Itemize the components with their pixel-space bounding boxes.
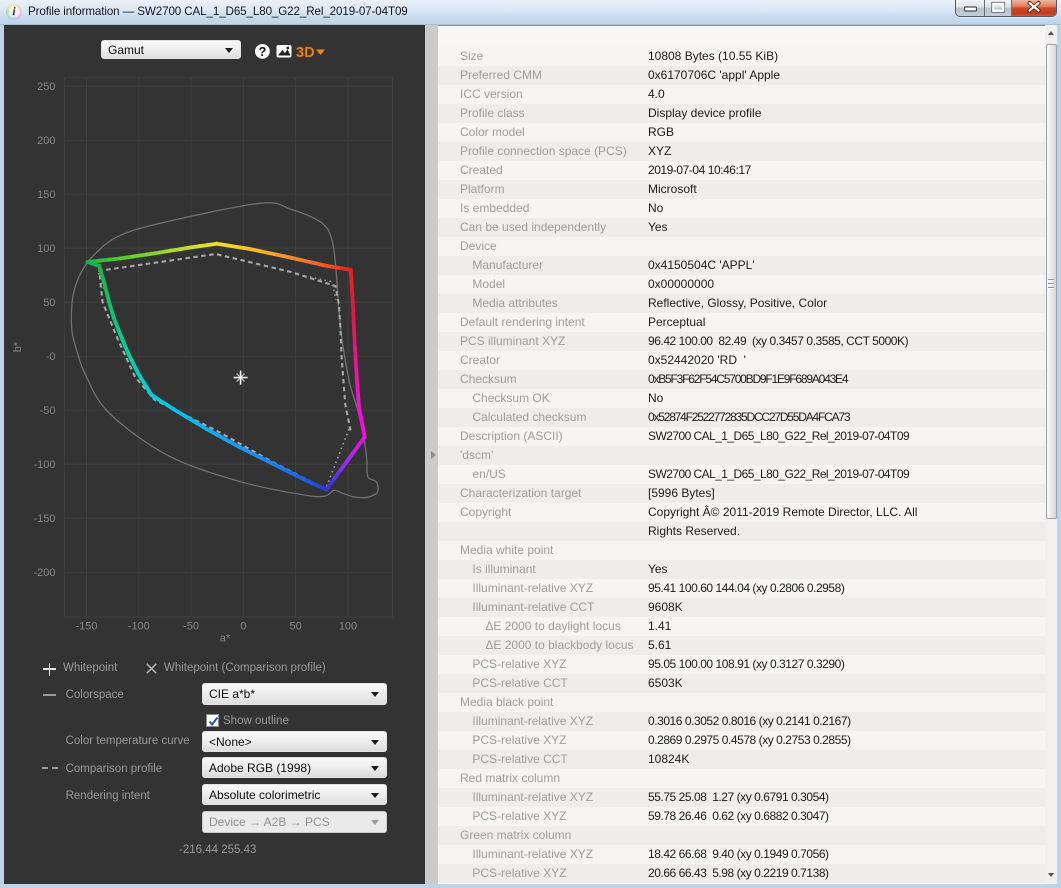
svg-text:100: 100	[339, 621, 357, 633]
svg-text:-100: -100	[128, 621, 150, 633]
svg-text:-50: -50	[40, 405, 56, 417]
svg-text:50: 50	[289, 621, 301, 633]
svg-text:150: 150	[37, 189, 55, 201]
svg-text:-50: -50	[183, 621, 199, 633]
svg-text:b*: b*	[12, 341, 24, 352]
svg-text:100: 100	[37, 243, 55, 255]
svg-text:-150: -150	[33, 513, 55, 525]
svg-text:-100: -100	[33, 459, 55, 471]
svg-text:?: ?	[259, 45, 267, 59]
svg-text:50: 50	[43, 297, 55, 309]
svg-text:-200: -200	[33, 567, 55, 579]
svg-text:3D: 3D	[296, 45, 315, 61]
svg-text:250: 250	[37, 81, 55, 93]
svg-text:-0: -0	[46, 351, 56, 363]
svg-text:a*: a*	[220, 633, 231, 645]
svg-text:0: 0	[240, 621, 246, 633]
svg-text:-150: -150	[75, 621, 97, 633]
svg-text:200: 200	[37, 135, 55, 147]
